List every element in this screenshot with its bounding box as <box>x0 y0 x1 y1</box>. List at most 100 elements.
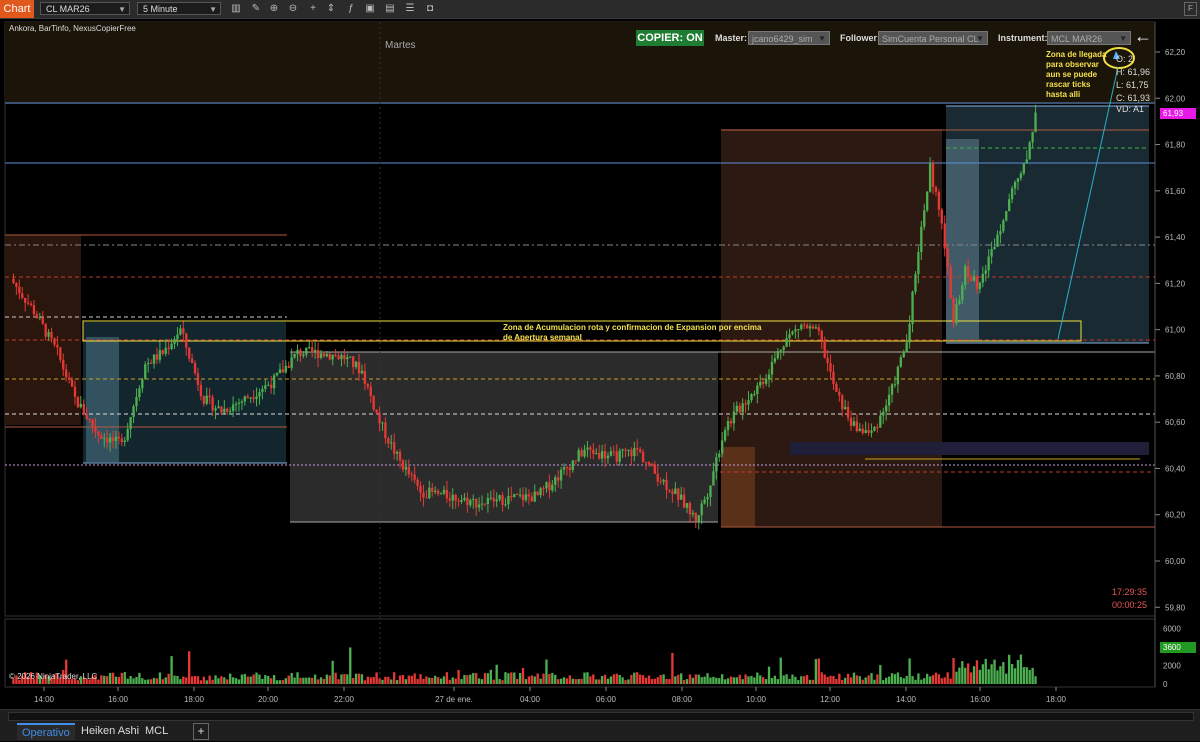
float-toggle-button[interactable]: F <box>1184 2 1197 16</box>
chart-menu-button[interactable]: Chart <box>0 0 34 18</box>
volume-bar <box>296 672 299 684</box>
candle-body <box>434 490 437 493</box>
indicators-icon[interactable]: ƒ <box>345 3 357 15</box>
tab-heiken-ashi[interactable]: Heiken Ashi <box>76 723 144 740</box>
price-axis-label: 60,20 <box>1165 511 1186 520</box>
volume-bar <box>562 677 566 684</box>
master-select[interactable]: jcano6429_sim ▼ <box>748 31 830 45</box>
candle-body <box>551 484 554 491</box>
candle-body <box>208 395 211 398</box>
candle-body <box>712 471 715 486</box>
candle-body <box>354 361 358 368</box>
volume-bar <box>548 674 551 684</box>
draw-icon[interactable]: ✎ <box>250 3 262 15</box>
candle-body <box>214 408 217 411</box>
zoom-out-icon[interactable]: ⊖ <box>287 3 299 15</box>
candle-body <box>703 499 706 504</box>
interval-selector-value: 5 Minute <box>143 4 178 14</box>
volume-bar <box>451 677 454 684</box>
volume-bar <box>129 676 132 684</box>
candle-body <box>688 503 692 515</box>
volume-bar <box>609 676 613 684</box>
candle-body <box>1010 188 1014 200</box>
volume-bar <box>231 677 235 684</box>
volume-bar <box>196 676 200 684</box>
volume-bar <box>281 680 285 684</box>
interval-selector[interactable]: 5 Minute ▼ <box>137 2 221 15</box>
bar-type-icon[interactable]: ▥ <box>230 3 242 15</box>
templates-icon[interactable]: ▤ <box>384 3 396 15</box>
price-axis-label: 61,60 <box>1165 187 1186 196</box>
volume-bar <box>223 677 226 684</box>
candle-body <box>167 347 170 350</box>
copier-status-badge[interactable]: COPIER: ON <box>636 30 704 46</box>
candle-body <box>190 358 194 364</box>
candle-body <box>258 392 261 397</box>
volume-bar <box>158 672 162 684</box>
candle-body <box>507 495 510 505</box>
volume-bar <box>340 674 343 684</box>
zoom-in-icon[interactable]: ⊕ <box>268 3 280 15</box>
arrow-left-icon[interactable]: ← <box>1134 26 1152 47</box>
last-price-tag: 61,93 <box>1160 108 1196 119</box>
instrument-selector[interactable]: CL MAR26 ▼ <box>40 2 130 15</box>
volume-bar <box>852 672 856 684</box>
candle-body <box>949 267 952 299</box>
candle-body <box>600 451 604 459</box>
volume-bar <box>404 679 408 684</box>
volume-bar <box>398 675 402 684</box>
candle-body <box>914 274 917 292</box>
candle-body <box>542 488 545 490</box>
price-chart[interactable]: 62,20 62,00 61,80 61,60 61,40 61,20 61,00 60,80… <box>0 19 1200 708</box>
volume-bar <box>773 675 777 684</box>
volume-bar <box>237 679 241 684</box>
candle-body <box>516 494 519 496</box>
candle-body <box>574 460 577 462</box>
candle-body <box>606 455 610 459</box>
strategies-icon[interactable]: ▣ <box>364 3 376 15</box>
price-axis-label: 60,00 <box>1165 557 1186 566</box>
candle-body <box>26 302 30 304</box>
instrument-select[interactable]: MCL MAR26 ▼ <box>1047 31 1131 45</box>
time-axis-label: 18:00 <box>184 695 205 704</box>
volume-bar <box>510 672 513 684</box>
volume-bar <box>846 673 850 684</box>
candle-body <box>990 249 993 257</box>
properties-icon[interactable]: ☰ <box>404 3 416 15</box>
candle-body <box>404 466 408 470</box>
volume-bar <box>984 658 987 684</box>
follower-select[interactable]: SimCuenta Personal CL ▼ <box>878 31 988 45</box>
candle-body <box>41 317 44 324</box>
candle-body <box>498 495 501 500</box>
volume-bar <box>240 674 244 684</box>
volume-bar <box>715 677 718 684</box>
tab-mcl[interactable]: MCL <box>140 723 173 740</box>
scale-icon[interactable]: ⇕ <box>325 3 337 15</box>
candle-body <box>723 429 727 441</box>
price-axis-label: 61,20 <box>1165 279 1186 288</box>
candle-body <box>955 304 958 324</box>
volume-bar <box>586 672 589 684</box>
note-line: de Apertura semanal <box>503 333 582 342</box>
volume-bar <box>899 676 902 684</box>
tab-operativo[interactable]: Operativo <box>17 723 75 740</box>
candle-body <box>199 384 203 397</box>
snapshot-icon[interactable]: ◘ <box>424 3 436 15</box>
candle-body <box>811 326 815 329</box>
candle-body <box>21 293 24 298</box>
time-axis-label: 06:00 <box>596 695 617 704</box>
volume-bar <box>147 679 150 684</box>
add-tab-button[interactable]: + <box>193 723 209 740</box>
candle-body <box>770 362 774 375</box>
chart-area[interactable]: 62,20 62,00 61,80 61,60 61,40 61,20 61,00 60,80… <box>0 19 1200 708</box>
horizontal-scrollbar[interactable] <box>8 712 1194 721</box>
instrument-selector-value: CL MAR26 <box>46 4 90 14</box>
candle-body <box>747 400 750 405</box>
volume-bar <box>117 677 121 684</box>
candle-body <box>598 453 601 459</box>
candle-body <box>70 379 74 387</box>
add-icon[interactable]: + <box>307 3 319 15</box>
candle-body <box>82 403 85 415</box>
volume-bar <box>316 679 320 684</box>
volume-bar <box>243 674 246 684</box>
